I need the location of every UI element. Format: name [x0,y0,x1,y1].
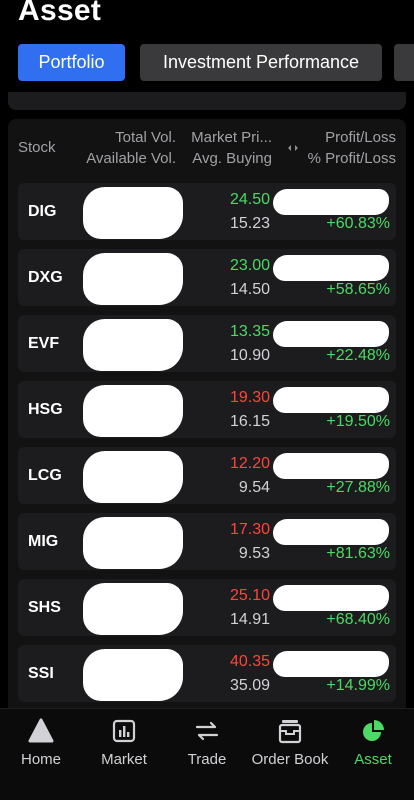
nav-asset-label: Asset [354,751,392,768]
market-price: 25.10 [229,587,270,604]
holdings-panel: Stock Total Vol. Available Vol. Market P… [8,119,406,719]
nav-market[interactable]: Market [83,717,165,768]
holding-row[interactable]: HSG 19.30 16.15 +19.50% [18,381,396,438]
stock-ticker: MIG [28,533,59,550]
sort-arrows-icon[interactable] [287,143,299,155]
avg-buying-price: 14.91 [229,611,270,628]
redacted-profit-loss [273,387,389,413]
market-price: 17.30 [229,521,270,538]
column-avg-buying: Avg. Buying [192,150,272,167]
holding-row[interactable]: EVF 13.35 10.90 +22.48% [18,315,396,372]
avg-buying-price: 35.09 [229,677,270,694]
avg-buying-price: 16.15 [229,413,270,430]
holding-row[interactable]: LCG 12.20 9.54 +27.88% [18,447,396,504]
avg-buying-price: 9.53 [238,545,270,562]
stock-ticker: SHS [28,599,61,616]
column-volume[interactable]: Total Vol. Available Vol. [86,127,176,169]
redacted-volume [83,649,183,701]
column-profit-loss[interactable]: Profit/Loss % Profit/Loss [308,127,396,169]
avg-buying-price: 10.90 [229,347,270,364]
column-stock[interactable]: Stock [18,137,56,158]
redacted-volume [83,187,183,239]
market-price: 40.35 [229,653,270,670]
stock-ticker: LCG [28,467,62,484]
profit-loss-percent: +22.48% [326,347,390,364]
holding-row[interactable]: SHS 25.10 14.91 +68.40% [18,579,396,636]
redacted-profit-loss [273,585,389,611]
market-price: 12.20 [229,455,270,472]
avg-buying-price: 14.50 [229,281,270,298]
redacted-profit-loss [273,651,389,677]
column-profit-loss-pct: % Profit/Loss [307,150,396,167]
market-price: 24.50 [229,191,270,208]
nav-home-label: Home [20,751,61,768]
stock-ticker: DXG [28,269,63,286]
profit-loss-percent: +14.99% [326,677,390,694]
asset-tabs: Portfolio Investment Performance [18,44,414,81]
profit-loss-percent: +81.63% [326,545,390,562]
redacted-profit-loss [273,321,389,347]
nav-trade-label: Trade [187,751,227,768]
trade-arrows-icon [166,717,248,745]
holdings-list: DIG 24.50 15.23 +60.83% DXG 23.00 14.50 … [18,183,396,711]
nav-order-book[interactable]: Order Book [249,717,331,768]
redacted-volume [83,583,183,635]
stock-ticker: HSG [28,401,63,418]
nav-order-book-label: Order Book [251,751,329,768]
market-price: 23.00 [229,257,270,274]
bottom-nav: Home Market Trade Order Book Asset [0,708,414,800]
profit-loss-percent: +60.83% [326,215,390,232]
profit-loss-percent: +27.88% [326,479,390,496]
column-profit-loss-value: Profit/Loss [325,129,396,146]
market-price: 19.30 [229,389,270,406]
tab-portfolio[interactable]: Portfolio [18,44,125,81]
redacted-volume [83,517,183,569]
redacted-volume [83,319,183,371]
redacted-profit-loss [273,519,389,545]
nav-home[interactable]: Home [0,717,82,768]
profit-loss-percent: +58.65% [326,281,390,298]
redacted-profit-loss [273,189,389,215]
nav-trade[interactable]: Trade [166,717,248,768]
redacted-volume [83,451,183,503]
column-price[interactable]: Market Pri... Avg. Buying [182,127,272,169]
holdings-header: Stock Total Vol. Available Vol. Market P… [8,119,406,179]
profit-loss-percent: +19.50% [326,413,390,430]
holding-row[interactable]: MIG 17.30 9.53 +81.63% [18,513,396,570]
summary-card [8,92,406,110]
tab-more[interactable] [394,44,414,81]
holding-row[interactable]: SSI 40.35 35.09 +14.99% [18,645,396,702]
nav-asset[interactable]: Asset [332,717,414,768]
holding-row[interactable]: DIG 24.50 15.23 +60.83% [18,183,396,240]
home-icon [0,717,82,745]
nav-market-label: Market [101,751,147,768]
stock-ticker: DIG [28,203,57,220]
redacted-profit-loss [273,255,389,281]
column-available-vol: Available Vol. [86,150,176,167]
avg-buying-price: 9.54 [238,479,270,496]
tab-investment-performance[interactable]: Investment Performance [140,44,382,81]
redacted-volume [83,385,183,437]
profit-loss-percent: +68.40% [326,611,390,628]
holding-row[interactable]: DXG 23.00 14.50 +58.65% [18,249,396,306]
column-market-price: Market Pri... [191,129,272,146]
redacted-volume [83,253,183,305]
market-chart-icon [83,717,165,745]
market-price: 13.35 [229,323,270,340]
page-title: Asset [18,0,102,27]
order-book-icon [249,717,331,745]
redacted-profit-loss [273,453,389,479]
asset-pie-icon [332,717,414,745]
asset-screen: Asset Portfolio Investment Performance S… [0,0,414,800]
stock-ticker: SSI [28,665,54,682]
column-total-vol: Total Vol. [115,129,176,146]
stock-ticker: EVF [28,335,60,352]
avg-buying-price: 15.23 [229,215,270,232]
